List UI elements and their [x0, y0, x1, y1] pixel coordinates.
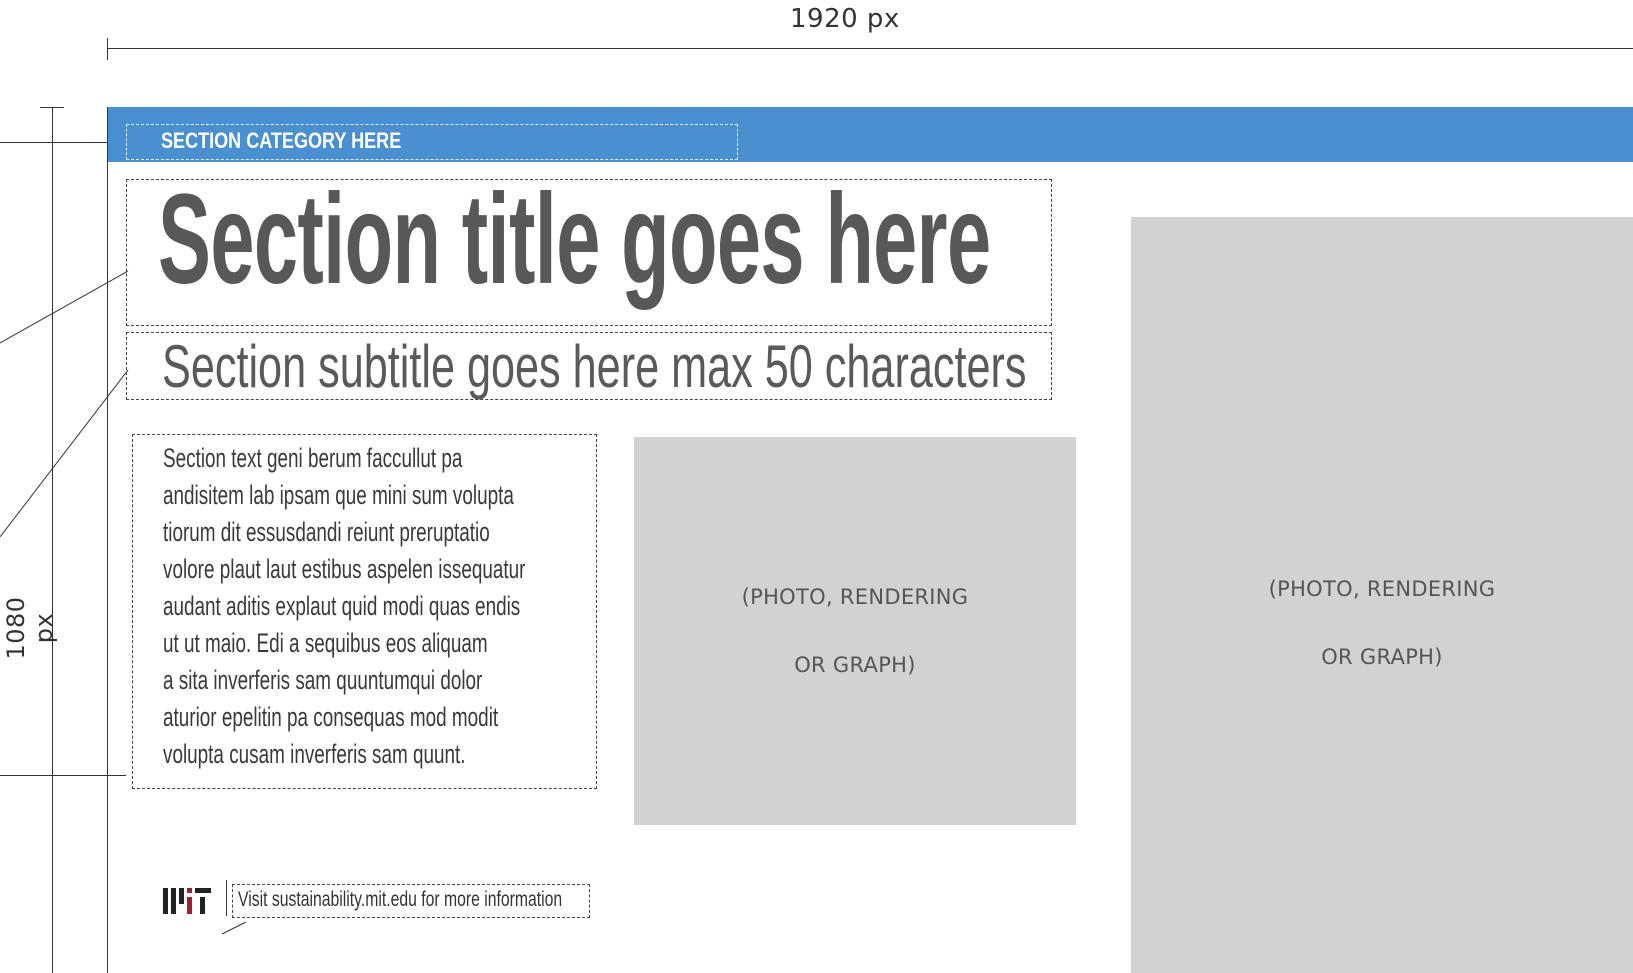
text-line: andisitem lab ipsam que mini sum volupta [163, 480, 514, 510]
photo-placeholder-1: (PHOTO, RENDERING OR GRAPH) [634, 437, 1076, 825]
photo-placeholder-1-caption: (PHOTO, RENDERING OR GRAPH) [742, 546, 969, 716]
canvas-left-edge [107, 107, 108, 973]
width-dimension-label: 1920 px [790, 4, 900, 34]
text-line: volupta cusam inverferis sam quunt. [163, 739, 466, 769]
text-line: Section text geni berum faccullut pa [163, 443, 463, 473]
photo-placeholder-2: (PHOTO, RENDERING OR GRAPH) [1131, 217, 1633, 973]
text-line: tiorum dit essusdandi reiunt preruptatio [163, 517, 490, 547]
photo-caption-line: OR GRAPH) [1321, 645, 1443, 669]
footer-link-text[interactable]: Visit sustainability.mit.edu for more in… [238, 888, 562, 912]
text-line: volore plaut laut estibus aspelen issequ… [163, 554, 526, 584]
text-line: a sita inverferis sam quuntumqui dolor [163, 665, 483, 695]
mit-logo-icon [163, 888, 211, 914]
photo-placeholder-2-caption: (PHOTO, RENDERING OR GRAPH) [1269, 538, 1496, 708]
text-line: ut ut maio. Edi a sequibus eos aliquam [163, 628, 488, 658]
text-line: audant aditis explaut quid modi quas end… [163, 591, 521, 621]
section-text: Section text geni berum faccullut pa and… [163, 440, 583, 773]
photo-caption-line: (PHOTO, RENDERING [1268, 577, 1496, 601]
section-subtitle: Section subtitle goes here max 50 charac… [162, 333, 1027, 400]
width-dimension-line [107, 48, 1633, 49]
footer-divider [226, 880, 227, 916]
photo-caption-line: OR GRAPH) [794, 653, 916, 677]
text-line: aturior epelitin pa consequas mod modit [163, 702, 499, 732]
section-title: Section title goes here [158, 168, 991, 311]
photo-caption-line: (PHOTO, RENDERING [741, 585, 969, 609]
section-category: SECTION CATEGORY HERE [161, 128, 402, 153]
